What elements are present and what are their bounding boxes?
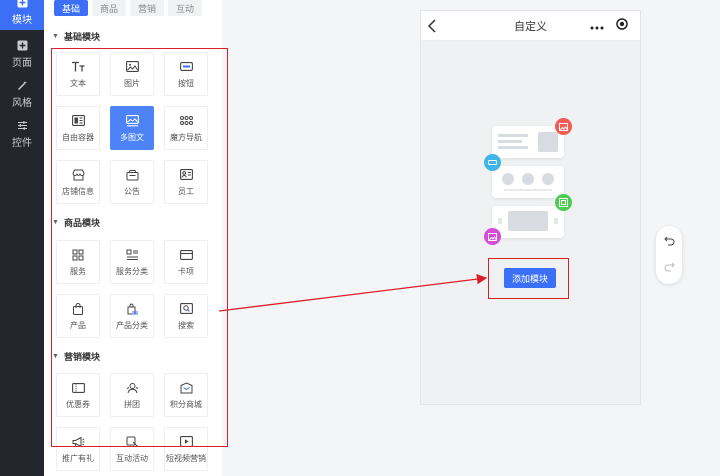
sliders-icon (16, 119, 28, 131)
bag-category-icon (125, 302, 139, 316)
tab-marketing[interactable]: 营销 (130, 0, 164, 16)
panel-tabs: 基础 商品 营销 互动 (54, 0, 202, 16)
module-service[interactable]: 服务 (56, 240, 100, 284)
blue-button-badge-icon (484, 154, 501, 171)
module-store-info[interactable]: 店铺信息 (56, 160, 100, 204)
green-grid-badge-icon (555, 194, 572, 211)
nav-item-page[interactable]: 页面 (0, 34, 44, 74)
close-target-icon[interactable] (616, 17, 628, 35)
left-nav: 模块 页面 风格 控件 (0, 0, 44, 476)
module-product-category[interactable]: 产品分类 (110, 294, 154, 338)
search-icon (179, 302, 193, 316)
interactive-icon (125, 435, 139, 449)
container-icon (71, 114, 85, 128)
module-product[interactable]: 产品 (56, 294, 100, 338)
tab-interactive[interactable]: 互动 (168, 0, 202, 16)
video-icon (179, 435, 193, 449)
store-icon (71, 168, 85, 182)
plus-box-icon (16, 39, 28, 51)
nav-item-label: 模块 (12, 15, 32, 26)
module-card-item[interactable]: 卡项 (164, 240, 208, 284)
module-image[interactable]: 图片 (110, 52, 154, 96)
module-button[interactable]: 按钮 (164, 52, 208, 96)
goods-module-grid: 服务 服务分类 卡项 产品 产品分类 搜索 (56, 240, 216, 338)
text-icon (71, 60, 85, 74)
notice-icon (125, 168, 139, 182)
add-module-button[interactable]: 添加模块 (504, 268, 556, 288)
service-category-icon (125, 248, 139, 262)
page-title: 自定义 (514, 20, 547, 33)
caret-down-icon: ▼ (52, 219, 59, 226)
illus-card-3 (492, 206, 564, 238)
caret-down-icon: ▼ (52, 353, 59, 360)
module-multi-image-text[interactable]: 多图文 (110, 106, 154, 150)
marketing-module-grid: 优惠券 拼团 积分商城 推广有礼 互动活动 短视频营销 (56, 373, 216, 471)
module-promotion-gift[interactable]: 推广有礼 (56, 427, 100, 471)
card-icon (179, 248, 193, 262)
caret-down-icon: ▼ (52, 33, 59, 40)
bag-icon (71, 302, 85, 316)
plus-square-icon (16, 0, 28, 8)
points-mall-icon (179, 381, 193, 395)
undo-icon[interactable] (663, 233, 675, 251)
module-group-buy[interactable]: 拼团 (110, 373, 154, 417)
image-icon (125, 60, 139, 74)
section-title-basic[interactable]: ▼ 基础模块 (52, 30, 100, 43)
staff-card-icon (179, 168, 193, 182)
tab-basic[interactable]: 基础 (54, 0, 88, 16)
illus-card-2 (492, 166, 564, 198)
nav-item-label: 控件 (12, 138, 32, 149)
mini-program-capsule (584, 17, 634, 35)
more-dots-icon[interactable] (590, 17, 604, 35)
module-free-container[interactable]: 自由容器 (56, 106, 100, 150)
nav-item-control[interactable]: 控件 (0, 114, 44, 154)
redo-icon[interactable] (664, 259, 675, 277)
group-buy-icon (125, 381, 139, 395)
module-short-video-marketing[interactable]: 短视频营销 (164, 427, 208, 471)
service-grid-icon (71, 248, 85, 262)
illus-card-1 (492, 126, 564, 158)
history-tools (656, 226, 682, 284)
purple-image-badge-icon (484, 228, 501, 245)
tab-goods[interactable]: 商品 (92, 0, 126, 16)
magic-wand-icon (16, 79, 28, 91)
module-cube-nav[interactable]: 魔方导航 (164, 106, 208, 150)
section-title-goods[interactable]: ▼ 商品模块 (52, 216, 100, 229)
megaphone-icon (71, 435, 85, 449)
module-notice[interactable]: 公告 (110, 160, 154, 204)
module-staff[interactable]: 员工 (164, 160, 208, 204)
empty-state-illustration (484, 118, 579, 248)
module-interactive-activity[interactable]: 互动活动 (110, 427, 154, 471)
red-image-badge-icon (555, 118, 572, 135)
nav-item-label: 页面 (12, 58, 32, 69)
phone-header: 自定义 (421, 11, 640, 41)
module-coupon[interactable]: 优惠券 (56, 373, 100, 417)
nav-item-module[interactable]: 模块 (0, 0, 44, 30)
component-panel: 基础 商品 营销 互动 ▼ 基础模块 文本 图片 按钮 自由容器 多图文 魔方导… (44, 0, 222, 476)
back-arrow-icon[interactable] (427, 19, 439, 33)
nav-item-label: 风格 (12, 98, 32, 109)
coupon-icon (71, 381, 85, 395)
module-points-mall[interactable]: 积分商城 (164, 373, 208, 417)
module-service-category[interactable]: 服务分类 (110, 240, 154, 284)
multi-image-text-icon (125, 114, 139, 128)
section-title-marketing[interactable]: ▼ 营销模块 (52, 350, 100, 363)
basic-module-grid: 文本 图片 按钮 自由容器 多图文 魔方导航 店铺信息 公告 员工 (56, 52, 216, 204)
button-icon (179, 60, 193, 74)
module-text[interactable]: 文本 (56, 52, 100, 96)
module-search[interactable]: 搜索 (164, 294, 208, 338)
grid-dots-icon (179, 114, 193, 128)
nav-item-style[interactable]: 风格 (0, 74, 44, 114)
